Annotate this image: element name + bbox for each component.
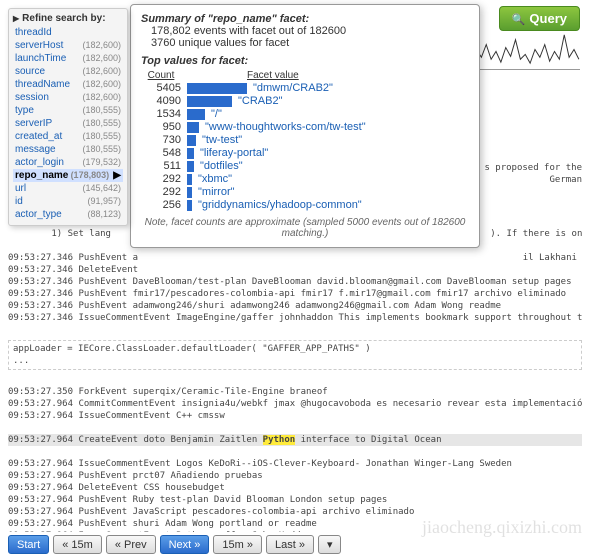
- facet-row[interactable]: 5405"dmwm/CRAB2": [141, 82, 469, 94]
- refine-item-url[interactable]: url (145,642): [13, 182, 123, 195]
- facet-row[interactable]: 4090"CRAB2": [141, 95, 469, 107]
- refine-item-threadName[interactable]: threadName (182,600): [13, 78, 123, 91]
- facet-title: Summary of "repo_name" facet:: [141, 13, 469, 25]
- log-line: 09:53:27.964 IssueCommentEvent Logos KeD…: [8, 458, 582, 470]
- refine-item-source[interactable]: source (182,600): [13, 65, 123, 78]
- query-button[interactable]: Query: [499, 6, 580, 31]
- refine-item-serverIP[interactable]: serverIP (180,555): [13, 117, 123, 130]
- highlight-word: Python: [263, 435, 296, 445]
- log-line: 09:53:27.964 PushEvent prct07 Añadiendo …: [8, 470, 582, 482]
- facet-row[interactable]: 292"mirror": [141, 186, 469, 198]
- facet-row[interactable]: 548"liferay-portal": [141, 147, 469, 159]
- watermark: jiaocheng.qixizhi.com: [422, 517, 582, 538]
- facet-row[interactable]: 730"tw-test": [141, 134, 469, 146]
- refine-item-serverHost[interactable]: serverHost (182,600): [13, 39, 123, 52]
- code-block: appLoader = IECore.ClassLoader.defaultLo…: [8, 340, 582, 370]
- nav-prev[interactable]: « Prev: [106, 535, 156, 554]
- facet-summary-panel: Summary of "repo_name" facet: 178,802 ev…: [130, 4, 480, 248]
- nav-back-15m[interactable]: « 15m: [53, 535, 102, 554]
- nav-last[interactable]: Last »: [266, 535, 314, 554]
- refine-item-actor_type[interactable]: actor_type (88,123): [13, 208, 123, 221]
- refine-panel: Refine search by: threadId serverHost (1…: [8, 8, 128, 226]
- nav-dropdown[interactable]: ▾: [318, 535, 342, 554]
- refine-title: Refine search by:: [13, 13, 123, 24]
- nav-fwd-15m[interactable]: 15m »: [213, 535, 262, 554]
- log-line: 09:53:27.346 PushEvent adamwong246/shuri…: [8, 300, 582, 312]
- log-line: 09:53:27.964 PushEvent Ruby test-plan Da…: [8, 494, 582, 506]
- refine-item-session[interactable]: session (182,600): [13, 91, 123, 104]
- facet-row[interactable]: 256"griddynamics/yhadoop-common": [141, 199, 469, 211]
- facet-row[interactable]: 511"dotfiles": [141, 160, 469, 172]
- refine-item-message[interactable]: message (180,555): [13, 143, 123, 156]
- log-line: 09:53:27.346 IssueCommentEvent ImageEngi…: [8, 312, 582, 324]
- facet-hdr-value: Facet value: [247, 70, 299, 81]
- log-line-highlighted[interactable]: 09:53:27.964 CreateEvent doto Benjamin Z…: [8, 434, 582, 446]
- log-line: 09:53:27.346 PushEvent DaveBlooman/test-…: [8, 276, 582, 288]
- refine-item-launchTime[interactable]: launchTime (182,600): [13, 52, 123, 65]
- facet-row[interactable]: 292"xbmc": [141, 173, 469, 185]
- log-line: 09:53:27.964 CommitCommentEvent insignia…: [8, 398, 582, 410]
- refine-item-type[interactable]: type (180,555): [13, 104, 123, 117]
- facet-row[interactable]: 950"www-thoughtworks-com/tw-test": [141, 121, 469, 133]
- log-line: 09:53:27.964 IssueCommentEvent C++ cmssw: [8, 410, 582, 422]
- facet-note: Note, facet counts are approximate (samp…: [141, 217, 469, 239]
- log-line: 09:53:27.346 DeleteEvent: [8, 264, 582, 276]
- nav-start[interactable]: Start: [8, 535, 49, 554]
- facet-top-title: Top values for facet:: [141, 55, 469, 67]
- log-line: 09:53:27.350 ForkEvent superqix/Ceramic-…: [8, 386, 582, 398]
- refine-item-threadId[interactable]: threadId: [13, 26, 123, 39]
- facet-line2: 3760 unique values for facet: [151, 37, 469, 49]
- refine-item-created_at[interactable]: created_at (180,555): [13, 130, 123, 143]
- facet-hdr-count: Count: [141, 70, 181, 81]
- facet-row[interactable]: 1534"/": [141, 108, 469, 120]
- log-line: 09:53:27.346 PushEvent fmir17/pescadores…: [8, 288, 582, 300]
- refine-item-actor_login[interactable]: actor_login (179,532): [13, 156, 123, 169]
- log-line: 09:53:27.346 PushEvent a il Lakhani Añad…: [8, 252, 582, 264]
- log-line: 09:53:27.964 DeleteEvent CSS housebudget: [8, 482, 582, 494]
- facet-line1: 178,802 events with facet out of 182600: [151, 25, 469, 37]
- refine-item-id[interactable]: id (91,957): [13, 195, 123, 208]
- refine-item-repo_name[interactable]: repo_name (178,803): [13, 169, 123, 182]
- nav-next[interactable]: Next »: [160, 535, 210, 554]
